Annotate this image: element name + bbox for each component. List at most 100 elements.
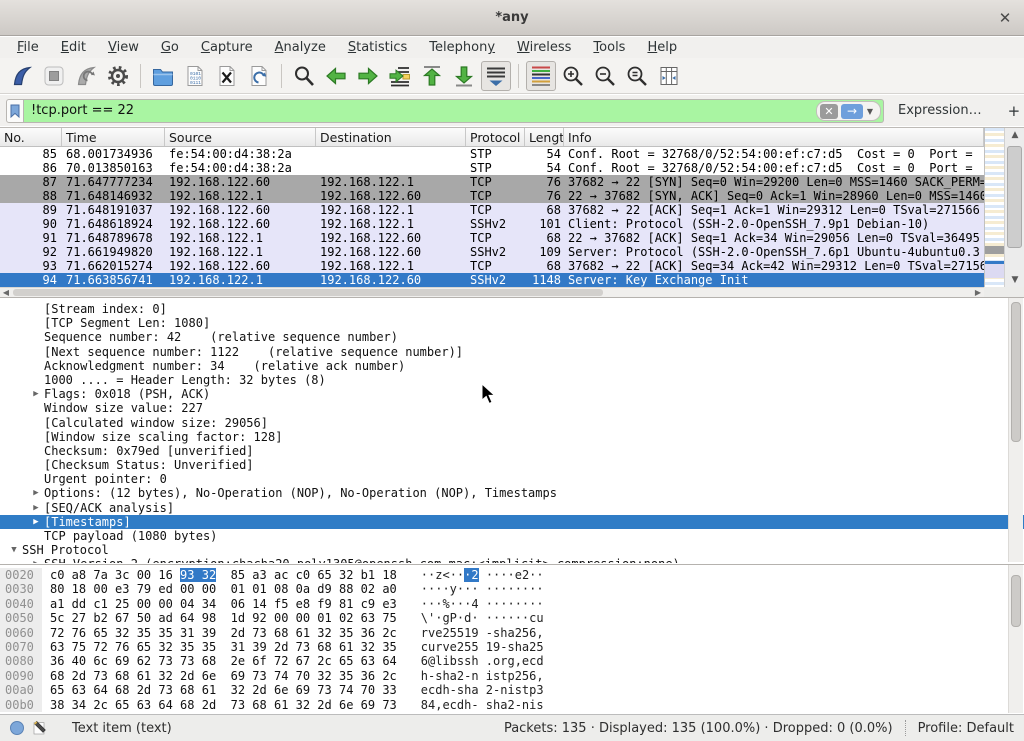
profile-text[interactable]: Profile: Default <box>918 721 1014 736</box>
column-header-source[interactable]: Source <box>165 128 316 146</box>
detail-vscroll-thumb[interactable] <box>1011 302 1021 442</box>
capture-options-button[interactable] <box>103 61 133 91</box>
hex-row-0020[interactable]: 0020c0 a8 7a 3c 00 16 93 32 85 a3 ac c0 … <box>0 568 1024 582</box>
hex-ascii[interactable]: ··z<···2 ····e2·· <box>397 568 544 582</box>
expander-closed-icon[interactable]: ▶ <box>28 557 44 563</box>
detail-line[interactable]: TCP payload (1080 bytes) <box>0 529 1024 543</box>
expander-closed-icon[interactable]: ▶ <box>28 515 44 529</box>
hex-row-0090[interactable]: 009068 2d 73 68 61 32 2d 6e 69 73 74 70 … <box>0 669 1024 683</box>
expander-open-icon[interactable]: ▼ <box>6 543 22 557</box>
menu-telephony[interactable]: Telephony <box>418 38 506 57</box>
column-header-time[interactable]: Time <box>62 128 165 146</box>
start-capture-button[interactable] <box>7 61 37 91</box>
detail-vscrollbar[interactable] <box>1008 298 1023 562</box>
detail-line[interactable]: Acknowledgment number: 34 (relative ack … <box>0 359 1024 373</box>
packet-row-85[interactable]: 8568.001734936fe:54:00:d4:38:2aSTP54Conf… <box>0 147 984 161</box>
detail-line[interactable]: [Checksum Status: Unverified] <box>0 458 1024 472</box>
detail-line[interactable]: ▼SSH Protocol <box>0 543 1024 557</box>
title-bar[interactable]: *any ✕ <box>0 0 1024 36</box>
hex-bytes[interactable]: a1 dd c1 25 00 00 04 34 06 14 f5 e8 f9 8… <box>42 597 397 611</box>
colorize-button[interactable] <box>526 61 556 91</box>
add-filter-button[interactable]: + <box>1002 102 1024 120</box>
display-filter-input[interactable]: !tcp.port == 22 ✕ → ▼ <box>24 99 884 123</box>
column-header-destination[interactable]: Destination <box>316 128 466 146</box>
zoom-in-button[interactable] <box>558 61 588 91</box>
column-header-info[interactable]: Info <box>564 128 984 146</box>
column-header-protocol[interactable]: Protocol <box>466 128 525 146</box>
detail-line[interactable]: [Next sequence number: 1122 (relative se… <box>0 345 1024 359</box>
expander-closed-icon[interactable]: ▶ <box>28 486 44 500</box>
reload-file-button[interactable] <box>244 61 274 91</box>
hex-bytes[interactable]: 65 63 64 68 2d 73 68 61 32 2d 6e 69 73 7… <box>42 683 397 697</box>
packet-minimap[interactable] <box>984 128 1004 287</box>
detail-line[interactable]: ▶SSH Version 2 (encryption:chacha20-poly… <box>0 557 1024 563</box>
stop-capture-button[interactable] <box>39 61 69 91</box>
hex-row-0030[interactable]: 003080 18 00 e3 79 ed 00 00 01 01 08 0a … <box>0 582 1024 596</box>
hex-row-0060[interactable]: 006072 76 65 32 35 35 31 39 2d 73 68 61 … <box>0 626 1024 640</box>
detail-line[interactable]: Urgent pointer: 0 <box>0 472 1024 486</box>
packet-row-94[interactable]: 9471.663856741192.168.122.1192.168.122.6… <box>0 273 984 287</box>
hex-row-00a0[interactable]: 00a065 63 64 68 2d 73 68 61 32 2d 6e 69 … <box>0 683 1024 697</box>
bytes-vscroll-thumb[interactable] <box>1011 575 1021 627</box>
open-file-button[interactable] <box>148 61 178 91</box>
filter-clear-button[interactable]: ✕ <box>820 104 838 119</box>
go-back-button[interactable] <box>321 61 351 91</box>
vscroll-thumb[interactable] <box>1007 146 1022 248</box>
hex-ascii[interactable]: \'·gP·d· ······cu <box>397 611 544 625</box>
menu-statistics[interactable]: Statistics <box>337 38 418 57</box>
save-file-button[interactable]: 010101100111 <box>180 61 210 91</box>
detail-line[interactable]: ▶[SEQ/ACK analysis] <box>0 501 1024 515</box>
hex-bytes[interactable]: 80 18 00 e3 79 ed 00 00 01 01 08 0a d9 8… <box>42 582 397 596</box>
filter-history-dropdown[interactable]: ▼ <box>863 104 877 119</box>
menu-wireless[interactable]: Wireless <box>506 38 582 57</box>
hex-bytes[interactable]: 68 2d 73 68 61 32 2d 6e 69 73 74 70 32 3… <box>42 669 397 683</box>
scroll-down-arrow-icon[interactable]: ▼ <box>1005 273 1024 287</box>
hex-ascii[interactable]: ····y··· ········ <box>397 582 544 596</box>
zoom-out-button[interactable] <box>590 61 620 91</box>
packet-row-90[interactable]: 9071.648618924192.168.122.60192.168.122.… <box>0 217 984 231</box>
hex-bytes[interactable]: 36 40 6c 69 62 73 73 68 2e 6f 72 67 2c 6… <box>42 654 397 668</box>
packet-row-92[interactable]: 9271.661949820192.168.122.1192.168.122.6… <box>0 245 984 259</box>
hex-row-00b0[interactable]: 00b038 34 2c 65 63 64 68 2d 73 68 61 32 … <box>0 698 1024 712</box>
scroll-left-arrow-icon[interactable]: ◀ <box>0 288 12 297</box>
detail-line[interactable]: 1000 .... = Header Length: 32 bytes (8) <box>0 373 1024 387</box>
menu-tools[interactable]: Tools <box>582 38 636 57</box>
detail-line[interactable]: Sequence number: 42 (relative sequence n… <box>0 330 1024 344</box>
close-icon[interactable]: ✕ <box>994 7 1016 29</box>
resize-columns-button[interactable] <box>654 61 684 91</box>
detail-line[interactable]: [Calculated window size: 29056] <box>0 416 1024 430</box>
packet-row-93[interactable]: 9371.662015274192.168.122.60192.168.122.… <box>0 259 984 273</box>
find-packet-button[interactable] <box>289 61 319 91</box>
detail-line[interactable]: ▶[Timestamps] <box>0 515 1024 529</box>
hex-ascii[interactable]: 84,ecdh- sha2-nis <box>397 698 544 712</box>
hex-ascii[interactable]: ···%···4 ········ <box>397 597 544 611</box>
hex-bytes[interactable]: c0 a8 7a 3c 00 16 93 32 85 a3 ac c0 65 3… <box>42 568 397 582</box>
go-to-top-button[interactable] <box>417 61 447 91</box>
hex-ascii[interactable]: curve255 19-sha25 <box>397 640 544 654</box>
menu-file[interactable]: File <box>6 38 50 57</box>
detail-line[interactable]: [Window size scaling factor: 128] <box>0 430 1024 444</box>
menu-help[interactable]: Help <box>636 38 688 57</box>
go-forward-button[interactable] <box>353 61 383 91</box>
column-header-no[interactable]: No. <box>0 128 62 146</box>
hex-ascii[interactable]: rve25519 -sha256, <box>397 626 544 640</box>
detail-line[interactable]: Checksum: 0x79ed [unverified] <box>0 444 1024 458</box>
hex-ascii[interactable]: ecdh-sha 2-nistp3 <box>397 683 544 697</box>
zoom-original-button[interactable] <box>622 61 652 91</box>
hex-row-0040[interactable]: 0040a1 dd c1 25 00 00 04 34 06 14 f5 e8 … <box>0 597 1024 611</box>
menu-analyze[interactable]: Analyze <box>264 38 337 57</box>
hex-ascii[interactable]: h-sha2-n istp256, <box>397 669 544 683</box>
packet-row-89[interactable]: 8971.648191037192.168.122.60192.168.122.… <box>0 203 984 217</box>
detail-line[interactable]: [TCP Segment Len: 1080] <box>0 316 1024 330</box>
restart-capture-button[interactable] <box>71 61 101 91</box>
close-file-button[interactable] <box>212 61 242 91</box>
packet-row-88[interactable]: 8871.648146932192.168.122.1192.168.122.6… <box>0 189 984 203</box>
detail-line[interactable]: ▶Options: (12 bytes), No-Operation (NOP)… <box>0 486 1024 500</box>
expander-closed-icon[interactable]: ▶ <box>28 387 44 401</box>
hex-bytes[interactable]: 63 75 72 76 65 32 35 35 31 39 2d 73 68 6… <box>42 640 397 654</box>
capture-comment-icon[interactable] <box>32 720 48 736</box>
go-to-packet-button[interactable] <box>385 61 415 91</box>
packet-row-91[interactable]: 9171.648789678192.168.122.1192.168.122.6… <box>0 231 984 245</box>
detail-line[interactable]: Window size value: 227 <box>0 401 1024 415</box>
menu-edit[interactable]: Edit <box>50 38 97 57</box>
